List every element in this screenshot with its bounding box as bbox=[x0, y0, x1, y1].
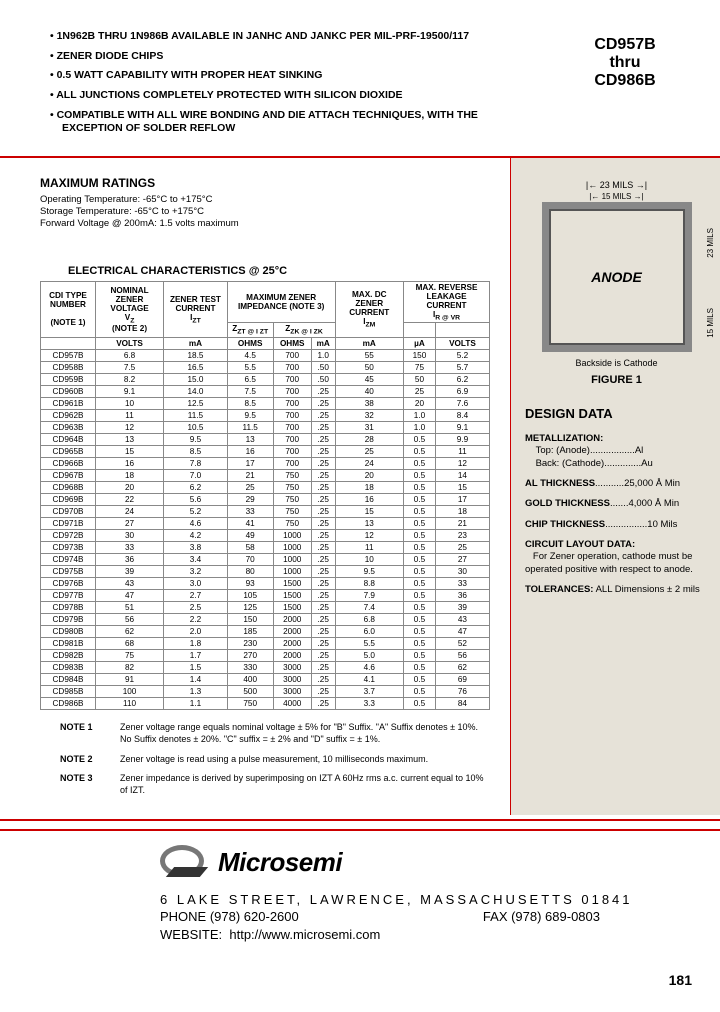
table-row: CD968B206.225750.25180.515 bbox=[41, 482, 490, 494]
table-row: CD961B1012.58.5700.2538207.6 bbox=[41, 398, 490, 410]
table-row: CD973B333.8581000.25110.525 bbox=[41, 542, 490, 554]
table-row: CD985B1001.35003000.253.70.576 bbox=[41, 686, 490, 698]
page-number: 181 bbox=[669, 972, 692, 988]
figure-caption: Backside is Cathode bbox=[525, 358, 708, 368]
note-text: Zener impedance is derived by superimpos… bbox=[120, 773, 490, 796]
note-text: Zener voltage range equals nominal volta… bbox=[120, 722, 490, 745]
note-label: NOTE 1 bbox=[60, 722, 120, 745]
table-row: CD964B139.513700.25280.59.9 bbox=[41, 434, 490, 446]
part-number-range: CD957B thru CD986B bbox=[550, 30, 700, 152]
circuit-layout: CIRCUIT LAYOUT DATA: For Zener operation… bbox=[525, 539, 708, 576]
table-row: CD959B8.215.06.5700.5045506.2 bbox=[41, 374, 490, 386]
note-text: Zener voltage is read using a pulse meas… bbox=[120, 754, 490, 766]
bullet: ALL JUNCTIONS COMPLETELY PROTECTED WITH … bbox=[62, 89, 530, 103]
table-row: CD978B512.51251500.257.40.539 bbox=[41, 602, 490, 614]
elec-characteristics-title: ELECTRICAL CHARACTERISTICS @ 25°C bbox=[68, 265, 490, 277]
microsemi-logo-icon bbox=[160, 845, 212, 881]
website-url: http://www.microsemi.com bbox=[229, 927, 380, 942]
rating-line: Operating Temperature: -65°C to +175°C bbox=[40, 194, 490, 205]
notes-section: NOTE 1Zener voltage range equals nominal… bbox=[60, 722, 490, 796]
table-row: CD970B245.233750.25150.518 bbox=[41, 506, 490, 518]
table-row: CD976B433.0931500.258.80.533 bbox=[41, 578, 490, 590]
table-row: CD974B363.4701000.25100.527 bbox=[41, 554, 490, 566]
table-row: CD969B225.629750.25160.517 bbox=[41, 494, 490, 506]
table-row: CD984B911.44003000.254.10.569 bbox=[41, 674, 490, 686]
footer: Microsemi 6 LAKE STREET, LAWRENCE, MASSA… bbox=[0, 829, 720, 964]
bullet: 1N962B THRU 1N986B AVAILABLE IN JANHC AN… bbox=[62, 30, 530, 44]
chip-diagram: |← 23 MILS →| |← 15 MILS →| ANODE 23 MIL… bbox=[532, 180, 702, 352]
al-thickness: AL THICKNESS...........25,000 Å Min bbox=[525, 478, 708, 490]
fax: FAX (978) 689-0803 bbox=[483, 908, 600, 926]
design-data-title: DESIGN DATA bbox=[525, 406, 708, 421]
rating-line: Storage Temperature: -65°C to +175°C bbox=[40, 206, 490, 217]
gold-thickness: GOLD THICKNESS.......4,000 Å Min bbox=[525, 498, 708, 510]
table-row: CD967B187.021750.25200.514 bbox=[41, 470, 490, 482]
chip-thickness: CHIP THICKNESS................10 Mils bbox=[525, 519, 708, 531]
table-row: CD980B622.01852000.256.00.547 bbox=[41, 626, 490, 638]
table-row: CD982B751.72702000.255.00.556 bbox=[41, 650, 490, 662]
part-to: CD986B bbox=[550, 72, 700, 90]
table-row: CD983B821.53303000.254.60.562 bbox=[41, 662, 490, 674]
table-row: CD977B472.71051500.257.90.536 bbox=[41, 590, 490, 602]
electrical-characteristics-table: CDI TYPE NUMBER(NOTE 1) NOMINAL ZENER VO… bbox=[40, 281, 490, 710]
brand-name: Microsemi bbox=[218, 847, 342, 878]
table-row: CD958B7.516.55.5700.5050755.7 bbox=[41, 362, 490, 374]
table-row: CD965B158.516700.25250.511 bbox=[41, 446, 490, 458]
feature-bullets: 1N962B THRU 1N986B AVAILABLE IN JANHC AN… bbox=[20, 30, 550, 152]
phone: PHONE (978) 620-2600 bbox=[160, 908, 299, 926]
part-mid: thru bbox=[550, 54, 700, 72]
table-row: CD986B1101.17504000.253.30.584 bbox=[41, 698, 490, 710]
part-from: CD957B bbox=[550, 36, 700, 54]
table-row: CD981B681.82302000.255.50.552 bbox=[41, 638, 490, 650]
figure-label: FIGURE 1 bbox=[525, 374, 708, 386]
metallization: METALLIZATION: Top: (Anode).............… bbox=[525, 433, 708, 470]
website-label: WEBSITE: bbox=[160, 927, 222, 942]
table-row: CD972B304.2491000.25120.523 bbox=[41, 530, 490, 542]
table-row: CD975B393.2801000.259.50.530 bbox=[41, 566, 490, 578]
rating-line: Forward Voltage @ 200mA: 1.5 volts maxim… bbox=[40, 218, 490, 229]
table-row: CD966B167.817700.25240.512 bbox=[41, 458, 490, 470]
max-ratings-title: MAXIMUM RATINGS bbox=[40, 176, 490, 190]
note-label: NOTE 2 bbox=[60, 754, 120, 766]
table-row: CD971B274.641750.25130.521 bbox=[41, 518, 490, 530]
note-label: NOTE 3 bbox=[60, 773, 120, 796]
bullet: ZENER DIODE CHIPS bbox=[62, 50, 530, 64]
tolerances: TOLERANCES: ALL Dimensions ± 2 mils bbox=[525, 584, 708, 596]
anode-label: ANODE bbox=[591, 269, 642, 285]
table-row: CD963B1210.511.5700.25311.09.1 bbox=[41, 422, 490, 434]
divider bbox=[0, 819, 720, 821]
bullet: COMPATIBLE WITH ALL WIRE BONDING AND DIE… bbox=[62, 109, 530, 136]
table-row: CD979B562.21502000.256.80.543 bbox=[41, 614, 490, 626]
bullet: 0.5 WATT CAPABILITY WITH PROPER HEAT SIN… bbox=[62, 69, 530, 83]
table-row: CD962B1111.59.5700.25321.08.4 bbox=[41, 410, 490, 422]
table-row: CD957B6.818.54.57001.0551505.2 bbox=[41, 350, 490, 362]
address-line: 6 LAKE STREET, LAWRENCE, MASSACHUSETTS 0… bbox=[160, 891, 680, 909]
table-row: CD960B9.114.07.5700.2540256.9 bbox=[41, 386, 490, 398]
